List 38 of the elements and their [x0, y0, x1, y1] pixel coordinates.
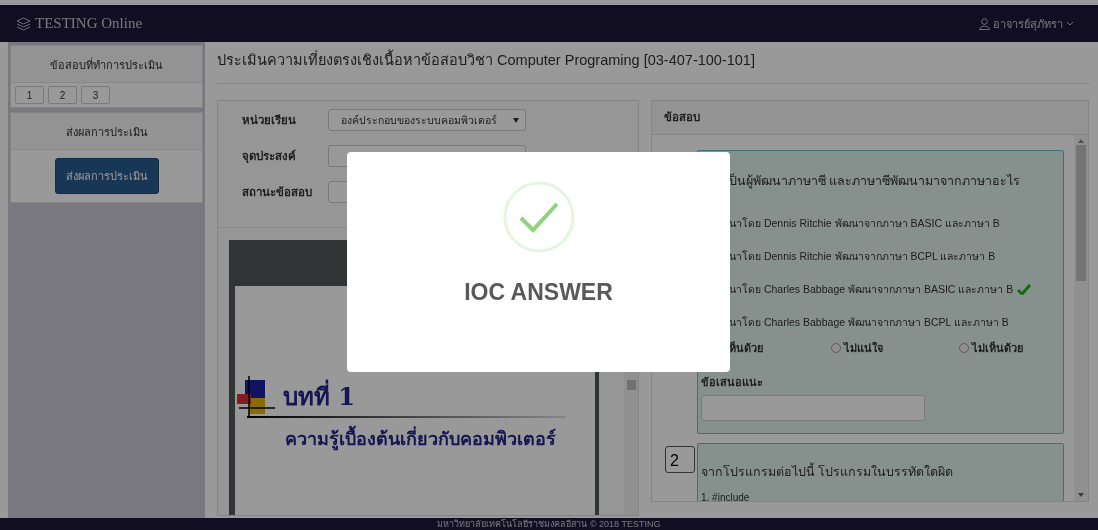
checkmark-circle-icon	[502, 181, 575, 253]
dropdown-arrow-icon	[513, 117, 519, 123]
select-field[interactable]: องค์ประกอบของระบบคอมพิวเตอร์	[328, 109, 526, 131]
slide-subtitle: ความรู้เบื้องต้นเกี่ยวกับคอมพิวเตอร์	[235, 424, 595, 453]
brand-name[interactable]: TESTING Online	[35, 15, 143, 32]
slide-heading: บทที่ 1	[283, 377, 356, 416]
squares-drawing	[235, 376, 275, 416]
rating-radio[interactable]: ห็นด้วย	[729, 339, 831, 357]
rating-radio[interactable]: ไม่เห็นด้วย	[959, 339, 1023, 357]
panel-heading: ส่งผลการประเมิน	[11, 113, 202, 150]
field-label: ข้อเสนอแนะ	[701, 375, 764, 390]
chevron-down-icon	[1066, 21, 1074, 26]
question-text: ป็นผู้พัฒนาภาษาซี และภาษาซีพัฒนามาจากภาษาอะไร	[729, 172, 1022, 191]
page-title: ประเมินความเที่ยงตรงเชิงเนื้อหาข้อสอบวิชา Computer Programing [03-407-100-101]	[217, 42, 1090, 84]
question-number: 2	[665, 446, 695, 473]
code-line: 1. #include	[701, 492, 751, 501]
suggestion-field[interactable]	[701, 395, 925, 421]
scrollbar[interactable]	[1074, 135, 1088, 501]
answer-option: นาโดย Dennis Ritchie พัฒนาจากภาษา BASIC และภาษา B	[729, 215, 1000, 232]
question-text: จากโปรแกรมต่อไปนี้ โปรแกรมในบรรทัดใดผิด	[701, 462, 1059, 482]
page-button[interactable]: 1	[15, 86, 44, 104]
panel-heading: ข้อสอบที่ทำการประเมิน	[11, 46, 202, 83]
rating-radio[interactable]: ไม่แน่ใจ	[831, 339, 959, 357]
answer-option: นาโดย Charles Babbage พัฒนาจากภาษา BCPL และภาษา B	[729, 314, 1009, 331]
submit-button[interactable]: ส่งผลการประเมิน	[54, 158, 159, 194]
footer-text: มหาวิทยาลัยเทคโนโลยีราชมงคลอีสาน © 2018 TESTING	[0, 518, 1098, 530]
field-label: สถานะข้อสอบ	[242, 185, 313, 200]
user-icon	[979, 17, 990, 30]
answer-option: นาโดย Dennis Ritchie พัฒนาจากภาษา BCPL และภาษา B	[729, 248, 996, 265]
page-button[interactable]: 2	[48, 86, 77, 104]
dialog-title: IOC ANSWER	[464, 279, 613, 306]
page-button[interactable]: 3	[81, 86, 110, 104]
field-label: จุดประสงค์	[242, 148, 297, 165]
user-menu[interactable]: อาจารย์สุภัทรา	[979, 14, 1074, 33]
layers-icon	[16, 16, 31, 31]
answer-option: นาโดย Charles Babbage พัฒนาจากภาษา BASIC และภาษา B	[729, 281, 1014, 298]
panel-heading: ข้อสอบ	[652, 101, 1088, 135]
field-label: หน่วยเรียน	[242, 113, 297, 128]
